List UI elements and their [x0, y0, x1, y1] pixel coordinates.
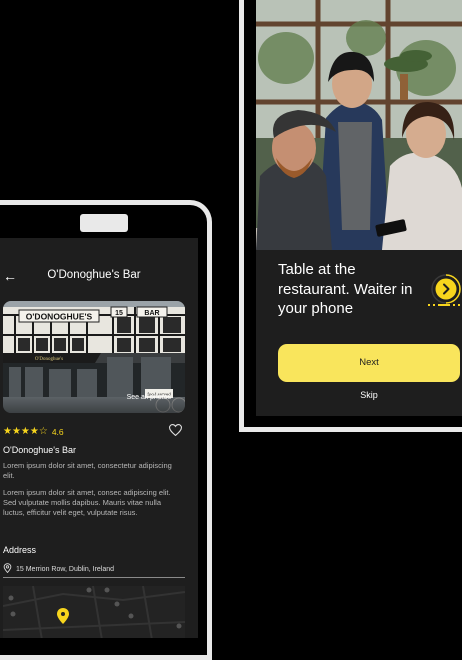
svg-text:O'Donoghue's: O'Donoghue's: [35, 357, 63, 362]
page-title: O'Donoghue's Bar: [47, 269, 141, 281]
svg-text:BAR: BAR: [144, 310, 159, 317]
description-short: Lorem ipsum dolor sit amet, consectetur …: [3, 461, 172, 480]
left-phone-notch: [80, 214, 128, 232]
onboarding-title: Table at the restaurant. Waiter in your …: [278, 261, 413, 317]
header: ← O'Donoghue's Bar: [0, 268, 198, 288]
location-pin-icon: [3, 563, 12, 575]
restaurant-name: O'Donoghue's Bar: [3, 445, 76, 455]
skip-link[interactable]: Skip: [278, 390, 460, 400]
onboarding-screen: Table at the restaurant. Waiter in your …: [256, 0, 462, 416]
restaurant-detail-screen: ← O'Donoghue's Bar O'DONOGHUE'S 15 BAR O…: [0, 238, 198, 638]
next-button[interactable]: Next: [278, 344, 460, 382]
restaurant-photo[interactable]: O'DONOGHUE'S 15 BAR O'Donoghue's food se…: [3, 301, 185, 413]
chevron-right-icon[interactable]: [428, 271, 462, 307]
heart-icon[interactable]: [168, 423, 183, 441]
svg-text:15: 15: [115, 310, 123, 317]
storefront-sign-text: O'DONOGHUE'S: [26, 312, 93, 322]
page-indicator: [428, 304, 460, 306]
rating: ★★★★☆ 4.6: [3, 426, 64, 437]
address-text: 15 Merrion Row, Dublin, Ireland: [16, 565, 115, 573]
description-long: Lorem ipsum dolor sit amet, consec adipi…: [3, 488, 171, 517]
map[interactable]: [2, 585, 186, 638]
waiter-photo: [256, 0, 462, 250]
rating-value: 4.6: [51, 426, 64, 437]
star-icon: ★★★★☆: [3, 426, 48, 437]
address-heading: Address: [3, 545, 37, 555]
divider: [3, 577, 185, 578]
address-row[interactable]: 15 Merrion Row, Dublin, Ireland: [3, 563, 114, 575]
see-all-photos-link[interactable]: See all photos: [127, 394, 171, 401]
